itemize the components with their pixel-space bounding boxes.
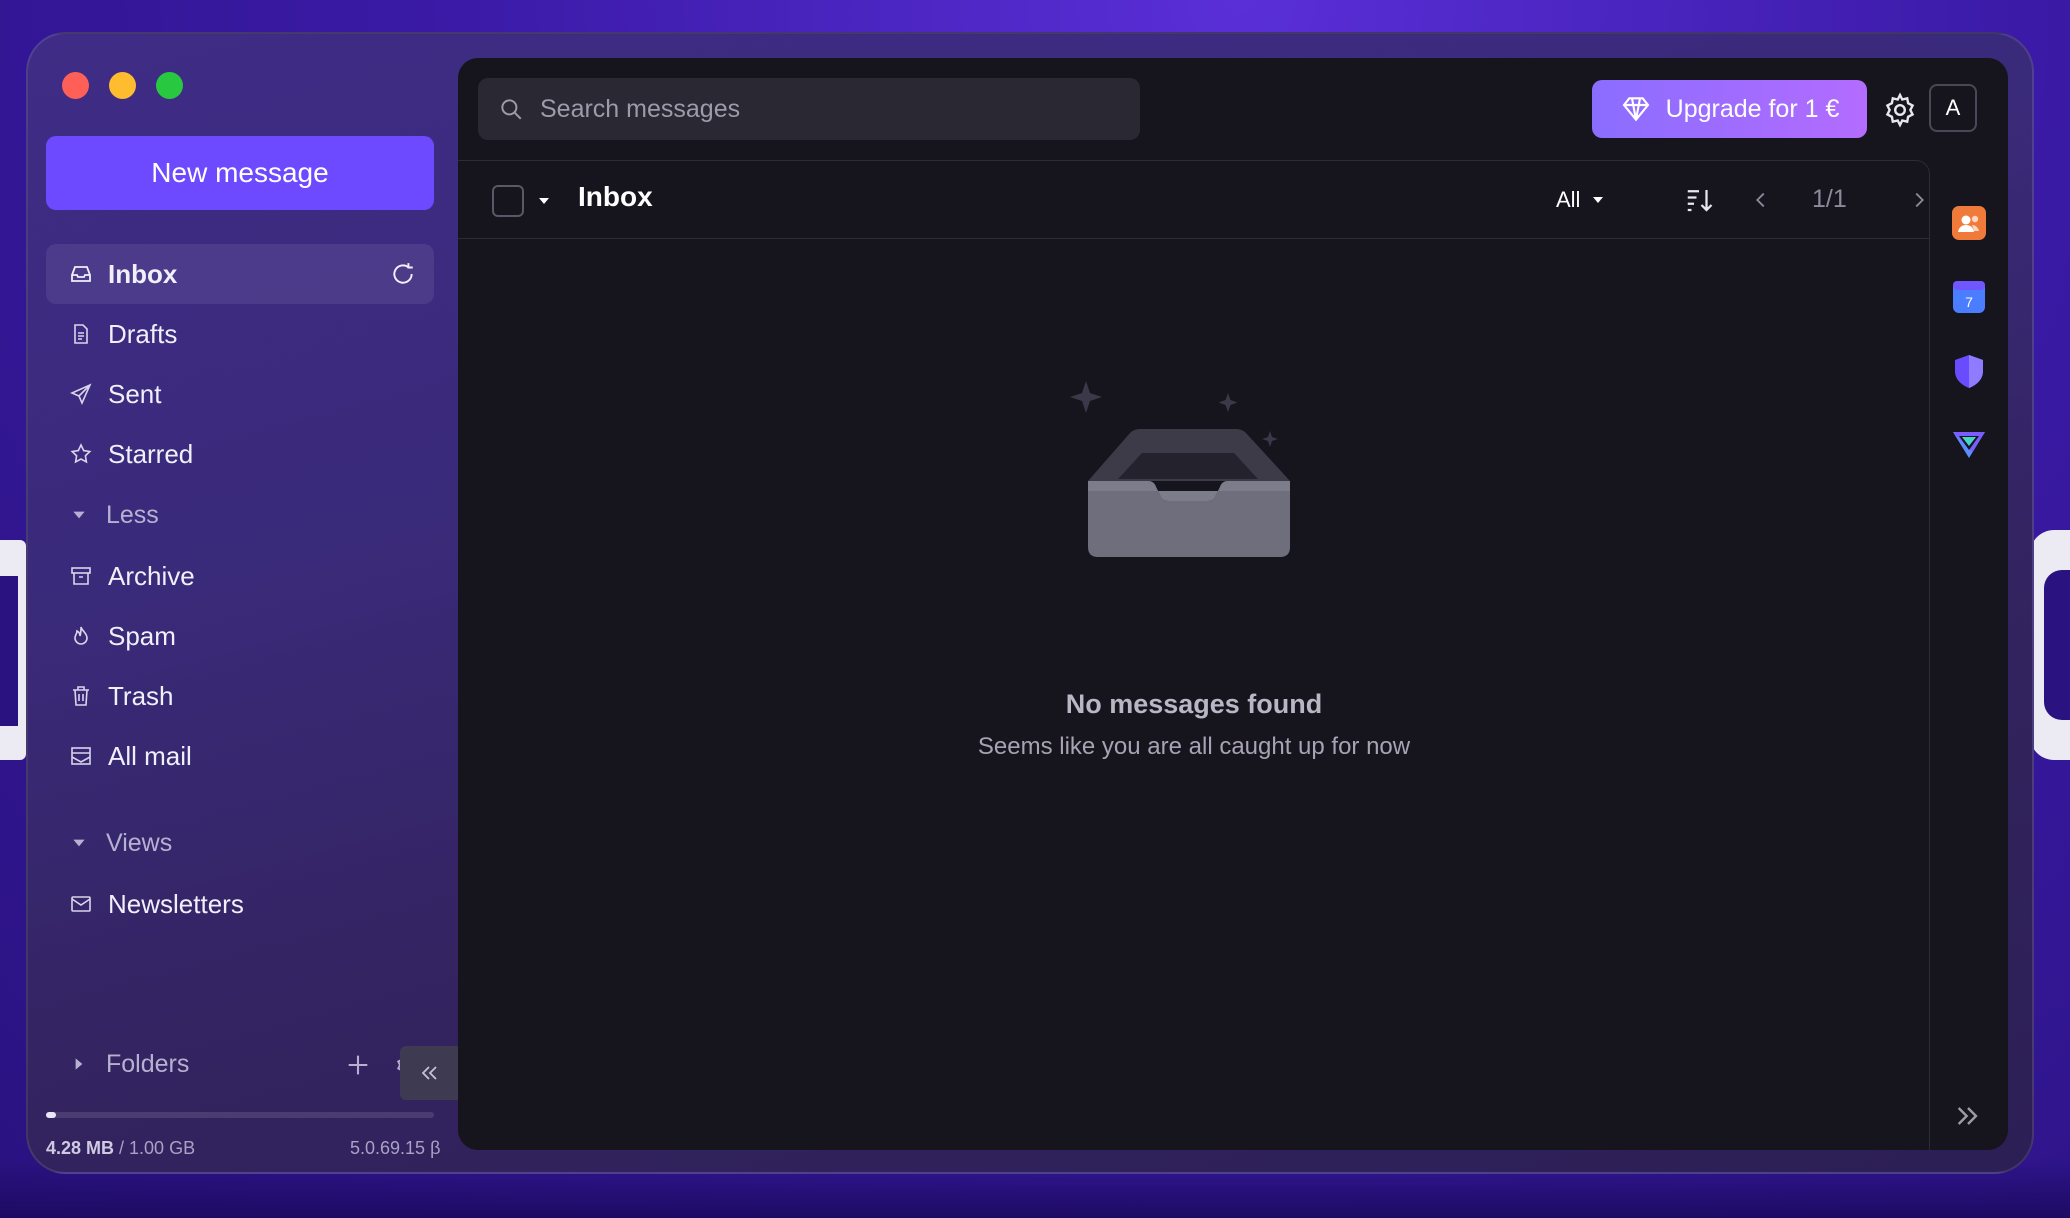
caret-down-icon bbox=[73, 511, 85, 519]
drafts-icon bbox=[68, 321, 94, 347]
empty-state-subtitle: Seems like you are all caught up for now bbox=[977, 733, 1411, 760]
app-window: New message Inbox Drafts Sent Starred Le… bbox=[26, 32, 2034, 1174]
storage-total: / 1.00 GB bbox=[114, 1138, 196, 1158]
contacts-app-icon[interactable] bbox=[1950, 204, 1988, 242]
sidebar-item-label: Spam bbox=[108, 620, 176, 651]
select-all-checkbox[interactable] bbox=[492, 185, 524, 217]
main-panel: Upgrade for 1 € A Inbox All 1/1 bbox=[458, 58, 2008, 1150]
upgrade-label: Upgrade for 1 € bbox=[1665, 94, 1840, 123]
message-list-toolbar: Inbox All 1/1 bbox=[458, 161, 1929, 239]
sidebar-item-label: Sent bbox=[108, 378, 162, 409]
caret-down-icon bbox=[1593, 197, 1604, 203]
filter-dropdown[interactable]: All bbox=[1556, 187, 1606, 213]
empty-inbox-illustration bbox=[1070, 381, 1290, 557]
sidebar-item-label: Drafts bbox=[108, 318, 178, 349]
sidebar: New message Inbox Drafts Sent Starred Le… bbox=[28, 34, 458, 1172]
search-icon bbox=[501, 99, 522, 120]
vpn-app-icon[interactable] bbox=[1950, 352, 1988, 390]
background-decoration-left bbox=[0, 540, 26, 760]
calendar-app-icon[interactable]: 7 bbox=[1950, 278, 1988, 316]
storage-used: 4.28 MB bbox=[46, 1138, 115, 1158]
double-chevron-right-icon[interactable] bbox=[1952, 1100, 1984, 1132]
storage-bar bbox=[46, 1112, 434, 1118]
sidebar-item-label: Archive bbox=[108, 560, 195, 591]
sidebar-item-label: Trash bbox=[108, 680, 174, 711]
add-folder-icon[interactable] bbox=[344, 1051, 372, 1079]
sidebar-nav: Inbox Drafts Sent Starred Less Archive S… bbox=[46, 244, 434, 934]
sidebar-item-archive[interactable]: Archive bbox=[46, 546, 434, 606]
diamond-icon bbox=[1622, 97, 1650, 122]
sidebar-item-starred[interactable]: Starred bbox=[46, 424, 434, 484]
folders-toggle[interactable]: Folders bbox=[46, 1039, 434, 1089]
archive-icon bbox=[68, 563, 94, 589]
sidebar-item-spam[interactable]: Spam bbox=[46, 606, 434, 666]
search-input[interactable] bbox=[540, 94, 1100, 124]
collapse-sidebar-button[interactable] bbox=[400, 1046, 458, 1100]
sidebar-item-label: Starred bbox=[108, 438, 194, 469]
empty-state-title: No messages found bbox=[1065, 689, 1323, 719]
select-options-caret-icon[interactable] bbox=[536, 193, 552, 209]
caret-right-icon bbox=[75, 1058, 83, 1070]
new-message-button[interactable]: New message bbox=[46, 136, 434, 210]
views-label: Views bbox=[106, 828, 173, 857]
double-chevron-left-icon bbox=[421, 1066, 437, 1080]
folders-label: Folders bbox=[106, 1049, 190, 1078]
apps-rail: 7 bbox=[1930, 160, 2008, 1150]
upgrade-button[interactable]: Upgrade for 1 € bbox=[1592, 80, 1867, 138]
sidebar-item-newsletters[interactable]: Newsletters bbox=[46, 874, 434, 934]
pass-app-icon[interactable] bbox=[1950, 424, 1988, 462]
previous-page-icon[interactable] bbox=[1750, 189, 1772, 211]
inbox-icon bbox=[68, 261, 94, 287]
sidebar-item-trash[interactable]: Trash bbox=[46, 666, 434, 726]
settings-gear-icon[interactable] bbox=[1882, 92, 1918, 128]
star-icon bbox=[68, 441, 94, 467]
search-bar[interactable] bbox=[478, 78, 1140, 140]
sidebar-item-label: All mail bbox=[108, 740, 192, 771]
filter-label: All bbox=[1556, 187, 1581, 212]
sent-icon bbox=[68, 381, 94, 407]
sidebar-item-drafts[interactable]: Drafts bbox=[46, 304, 434, 364]
next-page-icon[interactable] bbox=[1908, 189, 1930, 211]
svg-text:7: 7 bbox=[1965, 294, 1973, 310]
trash-icon bbox=[68, 683, 94, 709]
storage-bar-fill bbox=[46, 1112, 56, 1118]
app-version: 5.0.69.15 β bbox=[350, 1138, 441, 1158]
spam-icon bbox=[68, 623, 94, 649]
caret-down-icon bbox=[73, 839, 85, 847]
less-label: Less bbox=[106, 500, 159, 529]
sidebar-item-all-mail[interactable]: All mail bbox=[46, 726, 434, 786]
all-mail-icon bbox=[68, 743, 94, 769]
sidebar-item-label: Newsletters bbox=[108, 888, 244, 919]
sidebar-item-inbox[interactable]: Inbox bbox=[46, 244, 434, 304]
background-decoration-right bbox=[2030, 530, 2070, 760]
message-list-panel: Inbox All 1/1 No messages found Seems li… bbox=[458, 160, 1930, 1150]
sort-icon[interactable] bbox=[1684, 185, 1714, 215]
sidebar-item-label: Inbox bbox=[108, 258, 178, 289]
account-avatar[interactable]: A bbox=[1929, 84, 1977, 132]
sidebar-item-sent[interactable]: Sent bbox=[46, 364, 434, 424]
less-toggle[interactable]: Less bbox=[46, 484, 434, 546]
views-toggle[interactable]: Views bbox=[46, 812, 434, 874]
pagination-indicator: 1/1 bbox=[1812, 185, 1847, 213]
refresh-icon[interactable] bbox=[390, 261, 416, 287]
newsletter-icon bbox=[68, 891, 94, 917]
storage-usage: 4.28 MB / 1.00 GB bbox=[46, 1138, 195, 1159]
page-title: Inbox bbox=[578, 181, 653, 212]
